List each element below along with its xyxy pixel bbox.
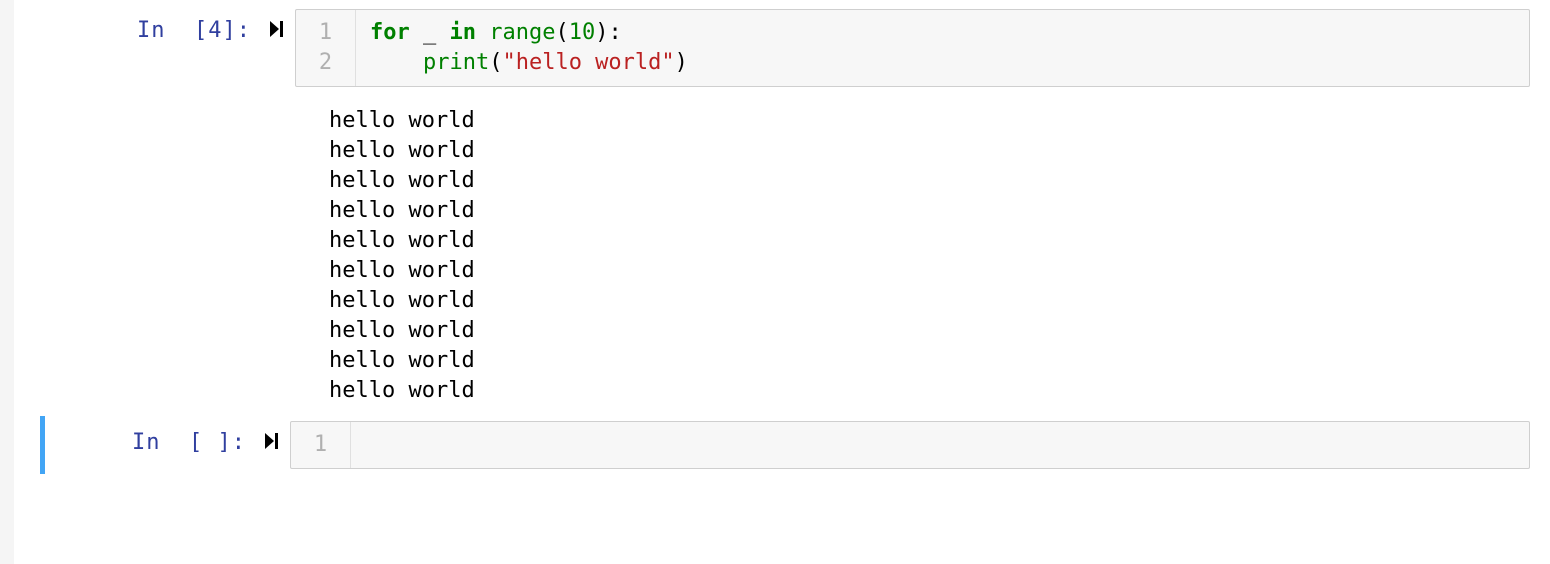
code-editor[interactable]: for _ in range(10): print("hello world") [356,10,1529,86]
run-cell-icon[interactable] [269,18,285,38]
code-editor[interactable] [351,422,1529,468]
line-number: 2 [296,48,355,78]
line-number-gutter: 1 [291,422,351,468]
code-cell[interactable]: In [ ]: 1 [40,416,1530,474]
input-prompt: In [ ]: [132,430,246,455]
prompt-area: In [ ]: [45,421,290,469]
notebook-container: In [4]: 1 2 for _ in range(10): print("h… [0,0,1550,474]
line-number: 1 [291,430,350,460]
line-number: 1 [296,18,355,48]
code-input-area[interactable]: 1 [290,421,1530,469]
scrollbar-gutter [0,0,14,564]
stdout-output: hello world hello world hello world hell… [295,98,1530,414]
run-cell-icon[interactable] [264,430,280,450]
code-cell[interactable]: In [4]: 1 2 for _ in range(10): print("h… [45,4,1530,92]
prompt-area: In [4]: [45,9,295,87]
code-input-area[interactable]: 1 2 for _ in range(10): print("hello wor… [295,9,1530,87]
output-area: hello world hello world hello world hell… [45,98,1530,414]
input-prompt: In [4]: [137,18,251,43]
output-prompt-spacer [45,98,295,414]
line-number-gutter: 1 2 [296,10,356,86]
